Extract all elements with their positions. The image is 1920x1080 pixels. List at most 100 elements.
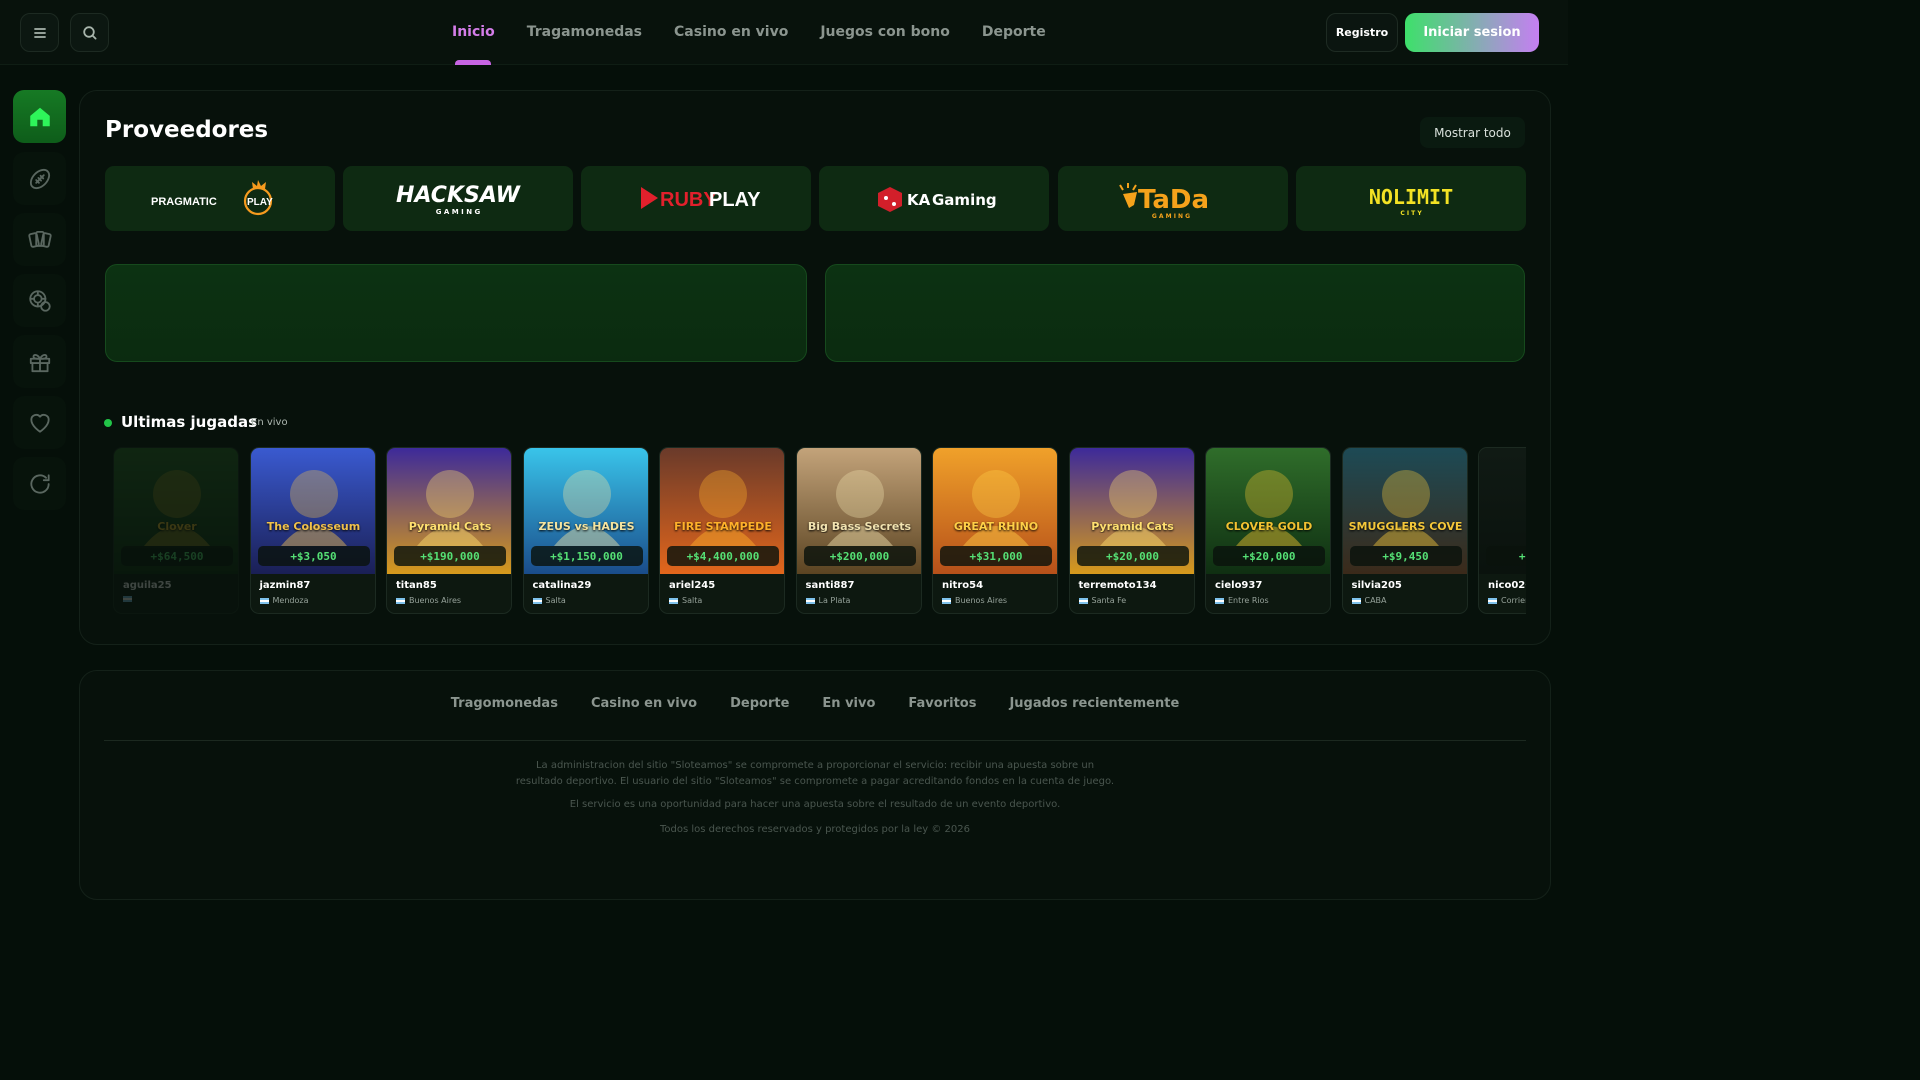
footer-links: Tragomonedas Casino en vivo Deporte En v… (0, 696, 1568, 711)
sidebar-item-sports[interactable] (13, 152, 66, 205)
live-play-card[interactable]: FIRE STAMPEDE +$4,400,000 ariel245 Salta (659, 447, 785, 614)
svg-text:G A M I N G: G A M I N G (436, 208, 481, 216)
nolimit-city-logo: NOLIMIT C I T Y (1369, 185, 1453, 217)
svg-text:KA: KA (907, 191, 931, 209)
win-amount: +$6,000 (1486, 546, 1526, 566)
svg-text:G A M I N G: G A M I N G (1152, 213, 1190, 220)
player-location: Salta (669, 596, 702, 605)
sidebar-item-bonus[interactable] (13, 335, 66, 388)
footer-link-deporte[interactable]: Deporte (730, 696, 789, 711)
player-name: titan85 (396, 580, 437, 591)
hamburger-icon (33, 27, 46, 38)
win-amount: +$64,500 (121, 546, 233, 566)
sidebar-item-casino[interactable] (13, 213, 66, 266)
player-location: Buenos Aires (942, 596, 1007, 605)
game-title: The Colosseum (266, 520, 361, 533)
provider-ka-gaming[interactable]: KA Gaming (819, 166, 1049, 231)
provider-pragmatic-play[interactable]: PRAGMATIC PLAY (105, 166, 335, 231)
player-location: Entre Rios (1215, 596, 1269, 605)
footer-link-favoritos[interactable]: Favoritos (908, 696, 976, 711)
win-amount: +$190,000 (394, 546, 506, 566)
footer-legal-line-1: La administracion del sitio "Sloteamos" … (535, 760, 1095, 771)
live-play-card[interactable]: GREAT RHINO +$31,000 nitro54 Buenos Aires (932, 447, 1058, 614)
player-name: catalina29 (532, 580, 592, 591)
sidebar-item-home[interactable] (13, 90, 66, 143)
live-play-card[interactable]: Big Bass Secrets +$200,000 santi887 La Plat… (795, 447, 922, 614)
live-play-card[interactable]: ZEUS vs HADES +$1,150,000 catalina29 Salta (522, 447, 649, 614)
login-button[interactable]: Iniciar sesion (1405, 13, 1539, 52)
cards-icon (27, 230, 52, 248)
player-location (123, 596, 136, 602)
flag-icon (1215, 597, 1224, 604)
provider-tada-gaming[interactable]: TaDa G A M I N G (1058, 166, 1288, 231)
player-location: Salta (532, 596, 566, 605)
svg-text:HACKSAW: HACKSAW (396, 183, 522, 208)
promo-banner-right[interactable] (825, 264, 1525, 362)
sidebar-item-recent[interactable] (13, 457, 66, 510)
flag-icon (259, 597, 269, 604)
player-location: Mendoza (259, 596, 309, 605)
svg-text:NOLIMIT: NOLIMIT (1369, 185, 1453, 209)
svg-text:TaDa: TaDa (1138, 185, 1209, 215)
svg-text:C I T Y: C I T Y (1400, 210, 1422, 217)
football-icon (29, 168, 50, 189)
live-play-card[interactable]: +$6,000 nico0263 Corrientes (1478, 447, 1526, 614)
location-text: Buenos Aires (409, 596, 462, 605)
footer-link-casino-en-vivo[interactable]: Casino en vivo (591, 696, 697, 711)
live-play-card[interactable]: The Colosseum +$3,050 jazmin87 Mendoza (249, 447, 376, 614)
menu-button[interactable] (20, 13, 59, 52)
nav-inicio[interactable]: Inicio (436, 0, 511, 65)
sidebar-item-live-casino[interactable] (13, 274, 66, 327)
search-button[interactable] (70, 13, 109, 52)
live-play-card[interactable]: SMUGGLERS COVE +$9,450 silvia205 CABA (1341, 447, 1468, 614)
live-play-card[interactable]: Clover +$64,500 aguila25 (113, 447, 239, 614)
nav-tragamonedas[interactable]: Tragamonedas (511, 0, 658, 65)
footer-link-tragomonedas[interactable]: Tragomonedas (451, 696, 558, 711)
flag-icon (1078, 597, 1088, 604)
player-name: cielo937 (1215, 580, 1263, 591)
live-play-card[interactable]: Pyramid Cats +$20,000 terremoto134 Santa Fe (1068, 447, 1195, 614)
flag-icon (942, 597, 951, 604)
live-play-card[interactable]: Pyramid Cats +$190,000 titan85 Buenos Aires (386, 447, 512, 614)
game-title: ZEUS vs HADES (538, 520, 635, 533)
player-name: aguila25 (123, 580, 172, 591)
game-title: FIRE STAMPEDE (674, 520, 772, 533)
sidebar-item-favorites[interactable] (13, 396, 66, 449)
location-text: Mendoza (272, 596, 309, 605)
win-amount: +$20,000 (1213, 546, 1325, 566)
svg-text:PRAGMATIC: PRAGMATIC (151, 196, 217, 208)
nav-casino-en-vivo[interactable]: Casino en vivo (658, 0, 804, 65)
live-play-card[interactable]: CLOVER GOLD +$20,000 cielo937 Entre Rios (1205, 447, 1331, 614)
show-all-button[interactable]: Mostrar todo (1420, 117, 1525, 148)
location-text: Salta (682, 596, 703, 605)
footer-link-en-vivo[interactable]: En vivo (822, 696, 875, 711)
footer-legal-line-3: El servicio es una oportunidad para hace… (569, 799, 1061, 810)
location-text: La Plata (818, 596, 851, 605)
provider-hacksaw[interactable]: HACKSAW G A M I N G (343, 166, 573, 231)
provider-nolimit-city[interactable]: NOLIMIT C I T Y (1296, 166, 1526, 231)
win-amount: +$200,000 (803, 546, 916, 566)
location-text: Buenos Aires (955, 596, 1008, 605)
game-title: SMUGGLERS COVE (1348, 520, 1463, 533)
register-button[interactable]: Registro (1326, 13, 1398, 52)
footer-divider (104, 740, 1526, 741)
flag-icon (1488, 597, 1497, 604)
game-title: GREAT RHINO (953, 520, 1039, 533)
svg-text:Gaming: Gaming (932, 191, 997, 209)
location-text: Salta (545, 596, 566, 605)
provider-rubyplay[interactable]: RUBY PLAY (581, 166, 811, 231)
win-amount: +$20,000 (1076, 546, 1189, 566)
player-name: santi887 (805, 580, 855, 591)
ka-gaming-logo: KA Gaming (878, 186, 997, 212)
chips-icon (28, 289, 51, 312)
footer-link-jugados-recientemente[interactable]: Jugados recientemente (1009, 696, 1179, 711)
flag-icon (669, 597, 678, 604)
nav-juegos-con-bono[interactable]: Juegos con bono (804, 0, 966, 65)
player-name: ariel245 (669, 580, 716, 591)
win-amount: +$4,400,000 (667, 546, 779, 566)
player-name: nico0263 (1488, 580, 1526, 591)
promo-banner-left[interactable] (105, 264, 807, 362)
nav-deporte[interactable]: Deporte (966, 0, 1062, 65)
flag-icon (532, 597, 542, 604)
win-amount: +$31,000 (940, 546, 1052, 566)
